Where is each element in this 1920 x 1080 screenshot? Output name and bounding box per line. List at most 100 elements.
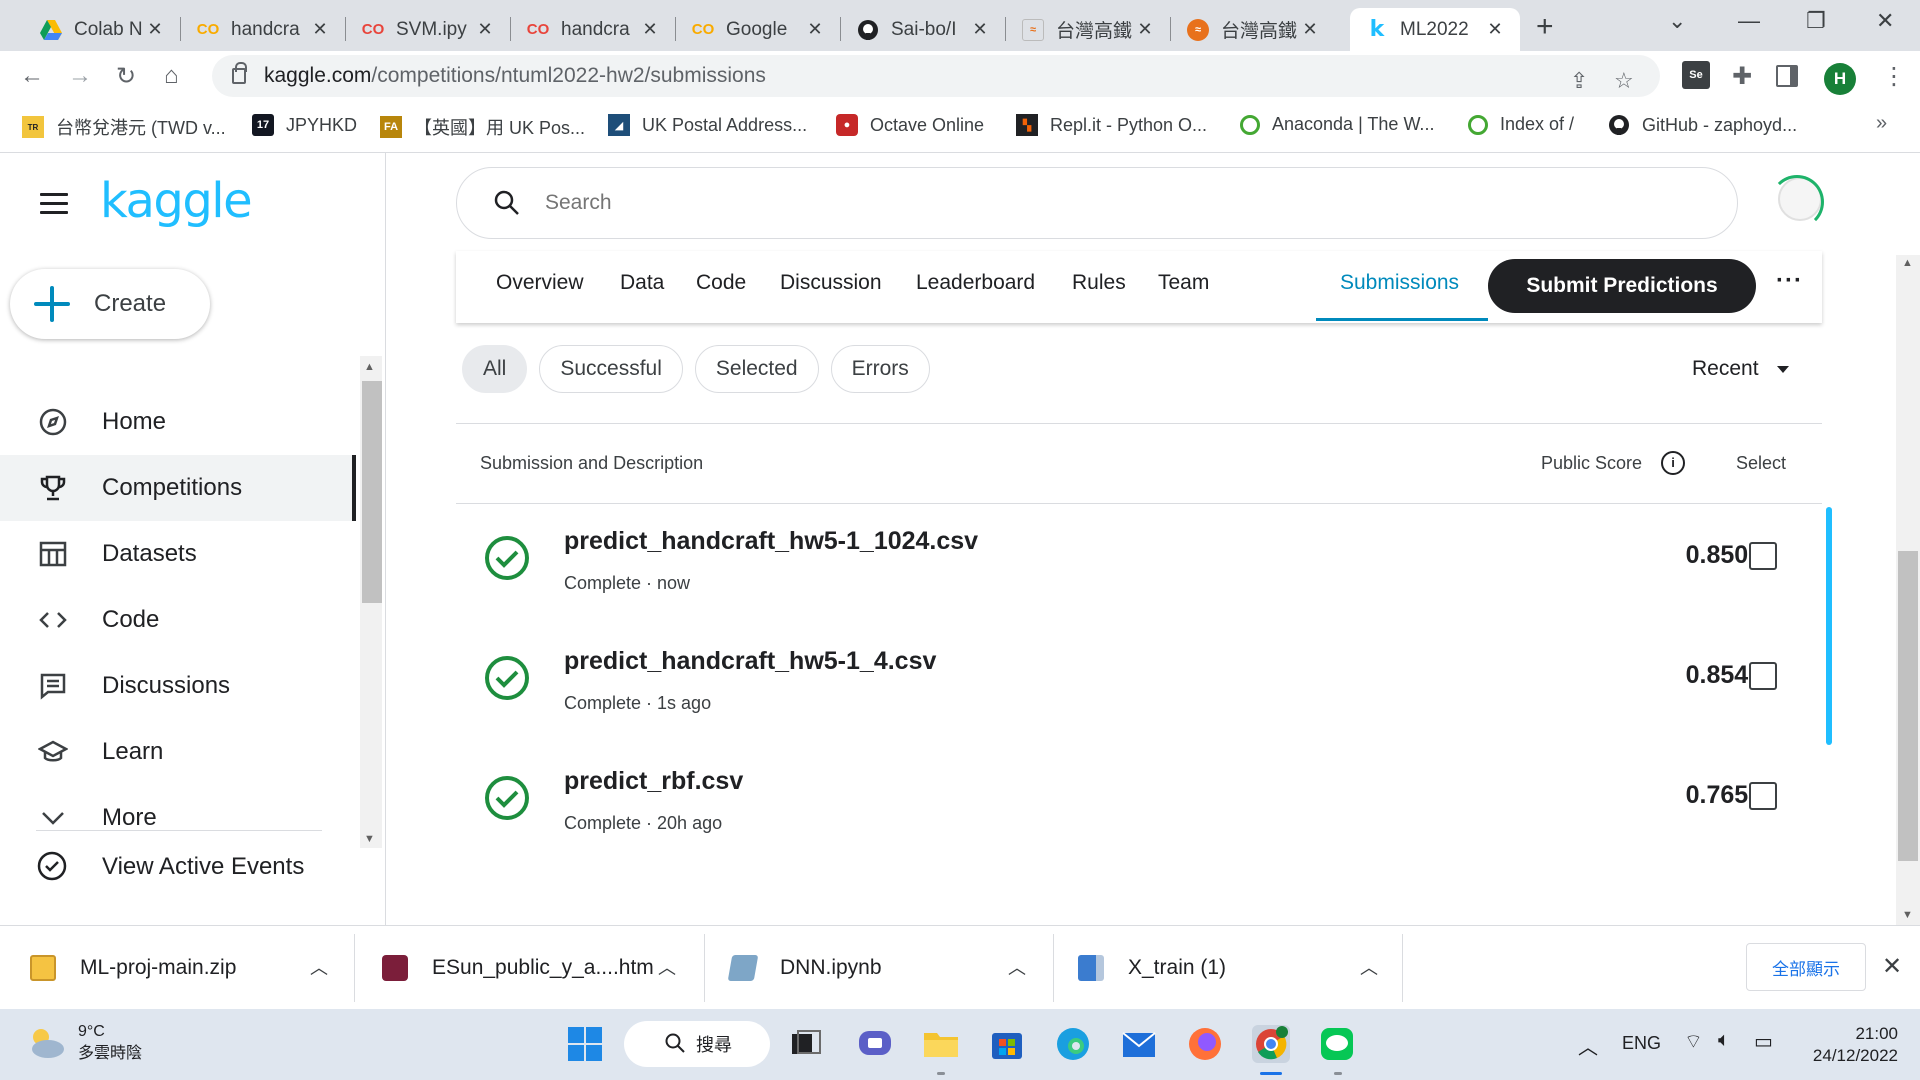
sidebar-item-datasets[interactable]: Datasets xyxy=(0,521,356,587)
bookmark-item[interactable]: Anaconda | The W... xyxy=(1240,114,1434,135)
side-panel-icon[interactable] xyxy=(1776,65,1798,87)
minimize-icon[interactable]: — xyxy=(1738,8,1760,34)
browser-tab[interactable]: CO handcra ✕ xyxy=(511,8,675,51)
address-bar[interactable]: kaggle.com/competitions/ntuml2022-hw2/su… xyxy=(212,55,1660,97)
sidebar-item-learn[interactable]: Learn xyxy=(0,719,356,785)
close-window-icon[interactable]: ✕ xyxy=(1876,8,1894,34)
mail-icon[interactable] xyxy=(1120,1025,1158,1063)
star-bookmark-icon[interactable]: ☆ xyxy=(1614,68,1634,94)
line-app-icon[interactable] xyxy=(1318,1025,1356,1063)
bookmark-item[interactable]: TR 台幣兌港元 (TWD v... xyxy=(22,114,226,140)
chrome-icon[interactable] xyxy=(1252,1025,1290,1063)
bookmarks-overflow-icon[interactable]: » xyxy=(1876,112,1887,135)
sidebar-item-competitions[interactable]: Competitions xyxy=(0,455,356,521)
sidebar-scrollbar-thumb[interactable] xyxy=(362,381,382,603)
bookmark-item[interactable]: ▚ Repl.it - Python O... xyxy=(1016,114,1207,136)
sort-dropdown[interactable]: Recent xyxy=(1692,357,1789,381)
view-active-events-link[interactable]: View Active Events xyxy=(36,850,304,884)
browser-tab-active[interactable]: k ML2022 ✕ xyxy=(1350,8,1520,51)
selenium-extension-icon[interactable]: Se xyxy=(1682,61,1710,89)
browser-tab[interactable]: CO SVM.ipy ✕ xyxy=(346,8,510,51)
submission-filename[interactable]: predict_handcraft_hw5-1_4.csv xyxy=(564,647,936,676)
info-icon[interactable]: i xyxy=(1661,451,1685,475)
download-item[interactable]: X_train (1) ︿ xyxy=(1078,926,1378,1010)
file-explorer-icon[interactable] xyxy=(922,1025,960,1063)
show-hidden-icons-chevron-icon[interactable]: ︿ xyxy=(1578,1031,1598,1060)
extensions-puzzle-icon[interactable]: ✚ xyxy=(1732,62,1752,91)
share-icon[interactable]: ⇪ xyxy=(1570,68,1588,94)
chevron-up-icon[interactable]: ︿ xyxy=(310,954,328,980)
tab-overview[interactable]: Overview xyxy=(496,251,584,323)
chevron-up-icon[interactable]: ︿ xyxy=(1360,954,1378,980)
close-tab-icon[interactable]: ✕ xyxy=(144,19,166,40)
input-language[interactable]: ENG xyxy=(1622,1033,1661,1054)
page-scrollbar-thumb[interactable] xyxy=(1898,551,1918,861)
close-tab-icon[interactable]: ✕ xyxy=(1484,19,1506,40)
download-item[interactable]: ESun_public_y_a....htm ︿ xyxy=(382,926,682,1010)
select-checkbox[interactable] xyxy=(1749,782,1777,810)
bookmark-item[interactable]: GitHub - zaphoyd... xyxy=(1608,114,1797,136)
tab-search-chevron-icon[interactable]: ⌄ xyxy=(1668,8,1686,34)
download-item[interactable]: ML-proj-main.zip ︿ xyxy=(30,926,330,1010)
sidebar-item-home[interactable]: Home xyxy=(0,389,356,455)
filter-chip-all[interactable]: All xyxy=(462,345,528,393)
close-tab-icon[interactable]: ✕ xyxy=(1299,19,1321,40)
scroll-down-arrow-icon[interactable]: ▼ xyxy=(1902,909,1913,921)
tab-team[interactable]: Team xyxy=(1158,251,1209,323)
scroll-up-arrow-icon[interactable]: ▲ xyxy=(364,361,375,373)
site-search[interactable] xyxy=(456,167,1738,239)
bookmark-item[interactable]: ◢ UK Postal Address... xyxy=(608,114,807,136)
browser-tab[interactable]: CO handcra ✕ xyxy=(181,8,345,51)
taskbar-search[interactable]: 搜尋 xyxy=(624,1021,770,1067)
home-icon[interactable]: ⌂ xyxy=(164,62,179,90)
hamburger-menu-icon[interactable] xyxy=(40,193,68,220)
select-checkbox[interactable] xyxy=(1749,542,1777,570)
restore-icon[interactable]: ❐ xyxy=(1806,8,1826,34)
submit-predictions-button[interactable]: Submit Predictions xyxy=(1488,259,1756,313)
scroll-down-arrow-icon[interactable]: ▼ xyxy=(364,833,375,845)
submission-filename[interactable]: predict_handcraft_hw5-1_1024.csv xyxy=(564,527,978,556)
close-tab-icon[interactable]: ✕ xyxy=(969,19,991,40)
tab-code[interactable]: Code xyxy=(696,251,746,323)
weather-widget[interactable]: 9°C 多雲時陰 xyxy=(26,1021,142,1065)
user-avatar[interactable] xyxy=(1770,175,1824,229)
back-icon[interactable]: ← xyxy=(20,62,44,90)
firefox-icon[interactable] xyxy=(1186,1025,1224,1063)
select-checkbox[interactable] xyxy=(1749,662,1777,690)
microsoft-store-icon[interactable] xyxy=(988,1025,1026,1063)
browser-tab[interactable]: ≈ 台灣高鐵 ✕ xyxy=(1171,8,1335,51)
filter-chip-successful[interactable]: Successful xyxy=(539,345,683,393)
forward-icon[interactable]: → xyxy=(68,62,92,90)
volume-icon[interactable]: 🔈︎ xyxy=(1718,1029,1730,1052)
teams-chat-icon[interactable] xyxy=(856,1025,894,1063)
battery-icon[interactable]: ▭ xyxy=(1754,1029,1773,1054)
browser-tab[interactable]: CO Google ✕ xyxy=(676,8,840,51)
close-tab-icon[interactable]: ✕ xyxy=(309,19,331,40)
close-tab-icon[interactable]: ✕ xyxy=(1134,19,1156,40)
bookmark-item[interactable]: ● Octave Online xyxy=(836,114,984,136)
sidebar-item-code[interactable]: Code xyxy=(0,587,356,653)
bookmark-item[interactable]: FA 【英國】用 UK Pos... xyxy=(380,114,585,140)
tab-leaderboard[interactable]: Leaderboard xyxy=(916,251,1035,323)
system-clock[interactable]: 21:00 24/12/2022 xyxy=(1806,1023,1898,1067)
download-item[interactable]: DNN.ipynb ︿ xyxy=(727,926,1030,1010)
tab-rules[interactable]: Rules xyxy=(1072,251,1126,323)
close-tab-icon[interactable]: ✕ xyxy=(474,19,496,40)
tab-discussion[interactable]: Discussion xyxy=(780,251,882,323)
filter-chip-errors[interactable]: Errors xyxy=(830,345,930,393)
browser-tab[interactable]: ≈ 台灣高鐵 ✕ xyxy=(1006,8,1170,51)
edge-browser-icon[interactable] xyxy=(1054,1025,1092,1063)
bookmark-item[interactable]: Index of / xyxy=(1468,114,1574,135)
filter-chip-selected[interactable]: Selected xyxy=(694,345,819,393)
reload-icon[interactable]: ↻ xyxy=(116,62,136,91)
search-input[interactable] xyxy=(545,191,1645,215)
tab-submissions[interactable]: Submissions xyxy=(1340,251,1459,323)
submission-filename[interactable]: predict_rbf.csv xyxy=(564,767,743,796)
create-button[interactable]: Create xyxy=(10,269,210,339)
kaggle-logo[interactable]: kaggle xyxy=(100,173,253,229)
task-view-icon[interactable] xyxy=(788,1025,826,1063)
scroll-up-arrow-icon[interactable]: ▲ xyxy=(1902,257,1913,269)
browser-tab[interactable]: Sai-bo/I ✕ xyxy=(841,8,1005,51)
chevron-up-icon[interactable]: ︿ xyxy=(1008,954,1026,980)
browser-menu-icon[interactable]: ⋮ xyxy=(1882,62,1906,91)
